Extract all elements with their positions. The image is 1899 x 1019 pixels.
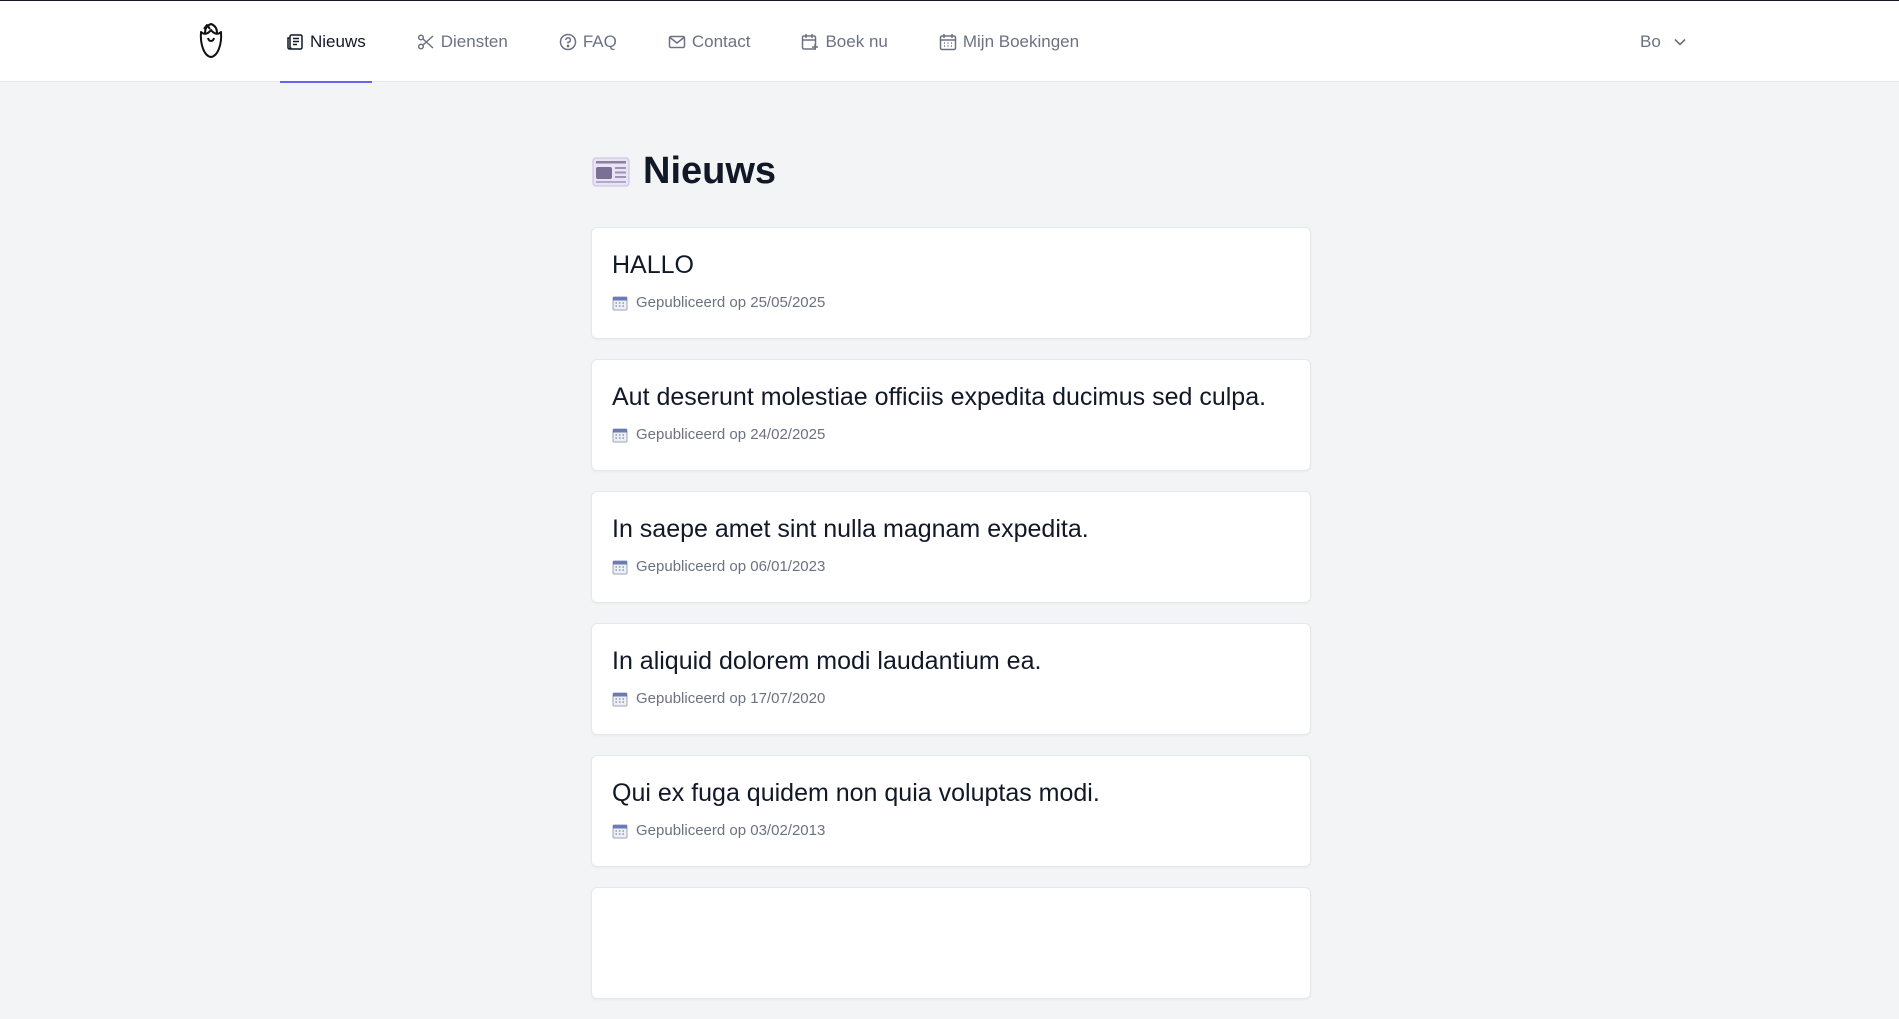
calendar-emoji-icon — [612, 295, 628, 311]
news-card[interactable]: Qui ex fuga quidem non quia voluptas mod… — [591, 755, 1311, 867]
calendar-emoji-icon — [612, 823, 628, 839]
news-date: Gepubliceerd op 25/05/2025 — [636, 294, 826, 311]
news-card[interactable]: Aut deserunt molestiae officiis expedita… — [591, 359, 1311, 471]
news-title: Qui ex fuga quidem non quia voluptas mod… — [612, 779, 1100, 807]
top-navbar: Nieuws Diensten FAQ Contact Boek nu Mijn… — [0, 1, 1899, 83]
nav-label: Contact — [691, 31, 751, 51]
calendar-emoji-icon — [612, 559, 628, 575]
main-nav: Nieuws Diensten FAQ Contact Boek nu Mijn… — [280, 1, 1124, 83]
calendar-icon — [939, 33, 957, 51]
news-meta: Gepubliceerd op 24/02/2025 — [612, 426, 1290, 443]
news-title: HALLO — [612, 251, 694, 279]
news-meta: Gepubliceerd op 06/01/2023 — [612, 558, 1290, 575]
nav-label: Boek nu — [825, 31, 888, 51]
news-card-partial[interactable] — [591, 887, 1311, 999]
news-meta: Gepubliceerd op 25/05/2025 — [612, 294, 1290, 311]
calendar-emoji-icon — [612, 427, 628, 443]
news-card[interactable]: In aliquid dolorem modi laudantium ea. G… — [591, 623, 1311, 735]
page-header: Nieuws — [591, 150, 1311, 193]
news-meta: Gepubliceerd op 03/02/2013 — [612, 822, 1290, 839]
calendar-plus-icon — [801, 33, 819, 51]
nav-item-faq[interactable]: FAQ — [553, 1, 623, 82]
page-title: Nieuws — [643, 150, 777, 192]
news-card[interactable]: In saepe amet sint nulla magnam expedita… — [591, 491, 1311, 603]
user-menu-dropdown[interactable]: Bo — [1640, 1, 1687, 82]
nav-item-mijn-boekingen[interactable]: Mijn Boekingen — [933, 1, 1085, 82]
news-title: In aliquid dolorem modi laudantium ea. — [612, 647, 1042, 675]
news-card[interactable]: HALLO Gepubliceerd op 25/05/2025 — [591, 227, 1311, 339]
nav-label: Mijn Boekingen — [962, 31, 1080, 51]
nav-item-nieuws[interactable]: Nieuws — [280, 1, 372, 83]
news-main: Nieuws HALLO Gepubliceerd op 25/05/2025 … — [591, 150, 1311, 1019]
question-circle-icon — [559, 33, 577, 51]
news-date: Gepubliceerd op 17/07/2020 — [636, 690, 826, 707]
news-meta: Gepubliceerd op 17/07/2020 — [612, 690, 1290, 707]
calendar-emoji-icon — [612, 691, 628, 707]
nav-label: Nieuws — [310, 31, 366, 51]
nav-label: Diensten — [440, 31, 508, 51]
newspaper-emoji-icon — [591, 152, 631, 192]
news-date: Gepubliceerd op 06/01/2023 — [636, 558, 826, 575]
news-title: In saepe amet sint nulla magnam expedita… — [612, 515, 1089, 543]
nav-item-boek-nu[interactable]: Boek nu — [795, 1, 893, 82]
news-date: Gepubliceerd op 24/02/2025 — [636, 426, 826, 443]
nav-item-diensten[interactable]: Diensten — [411, 1, 514, 82]
chevron-down-icon — [1673, 35, 1687, 49]
envelope-icon — [668, 33, 686, 51]
rose-logo-icon[interactable] — [195, 21, 227, 61]
user-name: Bo — [1640, 31, 1661, 51]
newspaper-icon — [286, 33, 304, 51]
nav-label: FAQ — [582, 31, 617, 51]
scissors-icon — [417, 33, 435, 51]
news-title: Aut deserunt molestiae officiis expedita… — [612, 383, 1267, 411]
news-date: Gepubliceerd op 03/02/2013 — [636, 822, 826, 839]
nav-item-contact[interactable]: Contact — [662, 1, 757, 82]
